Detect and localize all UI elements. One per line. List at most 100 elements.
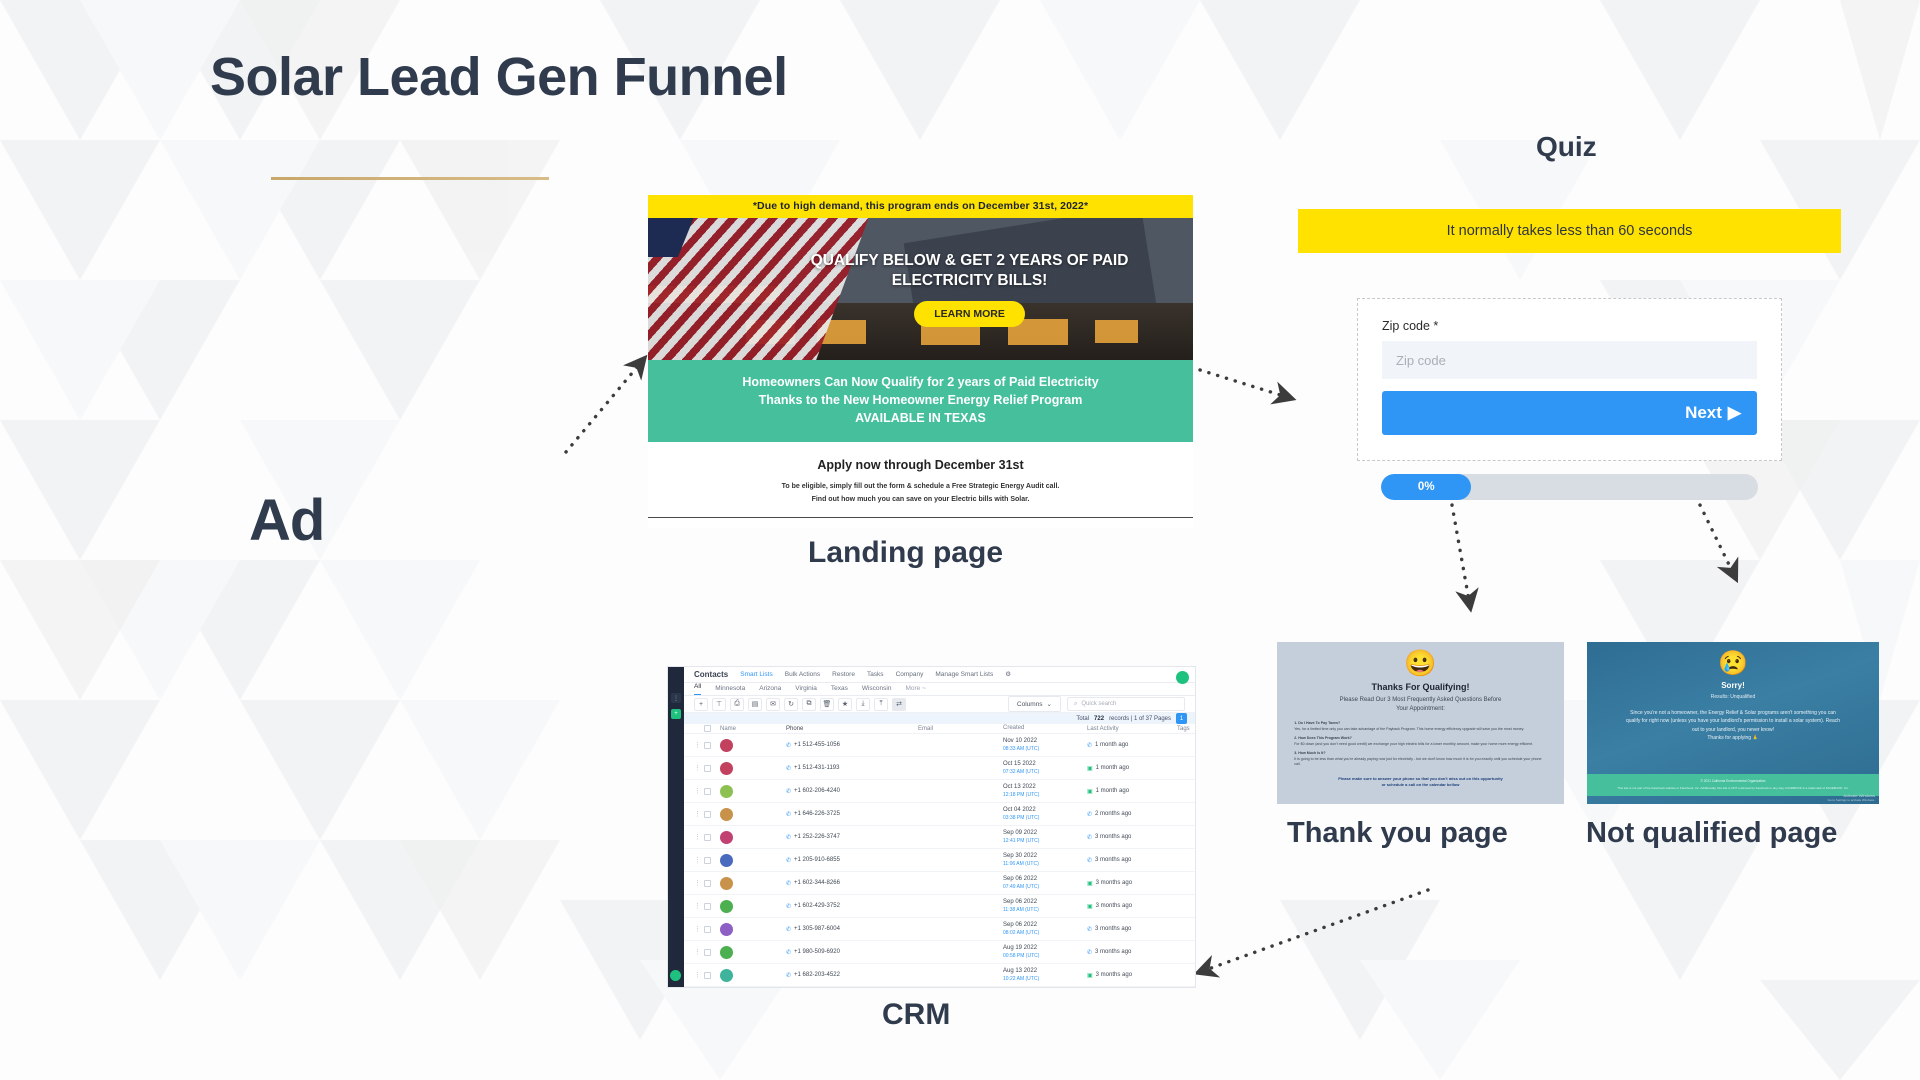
contact-phone-cell[interactable]: ✆ +1 305-987-6004	[786, 926, 918, 933]
thank-you-page-mockup[interactable]: 😀 Thanks For Qualifying! Please Read Our…	[1277, 642, 1564, 804]
row-grip-icon[interactable]: ⋮	[694, 925, 704, 933]
table-row[interactable]: ⋮ ✆ +1 980-509-6920 Aug 19 2022 00:58 PM (UT…	[684, 941, 1195, 964]
table-row[interactable]: ⋮ ✆ +1 205-910-6855 Sep 30 2022 11:06 AM (UT…	[684, 849, 1195, 872]
table-row[interactable]: ⋮ ✆ +1 602-344-8266 Sep 06 2022 07:49 AM (UT…	[684, 872, 1195, 895]
star-icon[interactable]: ★	[838, 697, 852, 711]
table-row[interactable]: ⋮ ✆ +1 602-429-3752 Sep 06 2022 11:38 AM (UT…	[684, 895, 1195, 918]
crm-tab-restore[interactable]: Restore	[832, 671, 855, 678]
merge-icon[interactable]: ⇄	[892, 697, 906, 711]
row-checkbox[interactable]	[704, 833, 720, 841]
crm-tab-company[interactable]: Company	[896, 671, 924, 678]
contact-phone-cell[interactable]: ✆ +1 602-344-8266	[786, 880, 918, 887]
row-grip-icon[interactable]: ⋮	[694, 879, 704, 887]
email-icon[interactable]: ✉	[766, 697, 780, 711]
row-checkbox[interactable]	[704, 925, 720, 933]
crm-tab-bulk-actions[interactable]: Bulk Actions	[785, 671, 820, 678]
contact-phone-cell[interactable]: ✆ +1 512-455-1056	[786, 742, 918, 749]
avatar	[720, 922, 733, 936]
row-checkbox[interactable]	[704, 948, 720, 956]
crm-filter-more[interactable]: More ~	[905, 685, 925, 692]
row-grip-icon[interactable]: ⋮	[694, 971, 704, 979]
avatar[interactable]	[1176, 671, 1189, 684]
learn-more-button[interactable]: LEARN MORE	[914, 301, 1025, 328]
crm-filter-virginia[interactable]: Virginia	[795, 685, 817, 692]
row-grip-icon[interactable]: ⋮	[694, 741, 704, 749]
column-header-created[interactable]: Created	[1003, 725, 1087, 733]
row-grip-icon[interactable]: ⋮	[694, 948, 704, 956]
page-badge[interactable]: 1	[1176, 713, 1187, 725]
not-qualified-page-mockup[interactable]: 😢 Sorry! Results: Unqualified Since you'…	[1587, 642, 1879, 804]
row-checkbox[interactable]	[704, 810, 720, 818]
message-icon[interactable]: ▤	[748, 697, 762, 711]
crm-tab-tasks[interactable]: Tasks	[867, 671, 884, 678]
search-input[interactable]: ⌕ Quick search	[1067, 697, 1185, 712]
contact-phone-cell[interactable]: ✆ +1 205-910-6855	[786, 857, 918, 864]
column-header-email[interactable]: Email	[918, 726, 1003, 732]
next-button[interactable]: Next ▶	[1382, 391, 1757, 435]
table-row[interactable]: ⋮ ✆ +1 305-987-6004 Sep 06 2022 08:02 AM (UT…	[684, 918, 1195, 941]
contact-phone-cell[interactable]: ✆ +1 252-226-3747	[786, 834, 918, 841]
crm-tab-smart-lists[interactable]: Smart Lists	[740, 671, 773, 678]
contact-phone-cell[interactable]: ✆ +1 646-226-3725	[786, 811, 918, 818]
faq-answer: It is going to be less than what you're …	[1294, 756, 1542, 767]
contact-phone-cell[interactable]: ✆ +1 980-509-6920	[786, 949, 918, 956]
row-checkbox[interactable]	[704, 787, 720, 795]
contact-created-cell: Sep 06 2022 08:02 AM (UTC)	[1003, 922, 1087, 936]
export-icon[interactable]: ⤒	[874, 697, 888, 711]
contact-phone-cell[interactable]: ✆ +1 682-203-4522	[786, 972, 918, 979]
row-checkbox[interactable]	[704, 764, 720, 772]
crm-sidebar[interactable]: ⋮ +	[668, 667, 684, 987]
row-grip-icon[interactable]: ⋮	[694, 764, 704, 772]
row-checkbox[interactable]	[704, 856, 720, 864]
landing-page-mockup[interactable]: *Due to high demand, this program ends o…	[648, 195, 1193, 528]
quiz-card[interactable]: Zip code * Zip code Next ▶	[1357, 298, 1782, 461]
import-icon[interactable]: ⤓	[856, 697, 870, 711]
crm-filter-wisconsin[interactable]: Wisconsin	[862, 685, 892, 692]
table-row[interactable]: ⋮ ✆ +1 512-431-1193 Oct 15 2022 07:32 AM (UT…	[684, 757, 1195, 780]
crm-filter-arizona[interactable]: Arizona	[759, 685, 781, 692]
row-checkbox[interactable]	[704, 879, 720, 887]
table-row[interactable]: ⋮ ✆ +1 512-455-1056 Nov 10 2022 08:33 AM (UT…	[684, 734, 1195, 757]
column-header-name[interactable]: Name	[720, 726, 786, 732]
column-header-last-activity[interactable]: Last Activity	[1087, 726, 1177, 732]
copy-icon[interactable]: ⧉	[802, 697, 816, 711]
row-checkbox[interactable]	[704, 971, 720, 979]
avatar	[720, 807, 733, 821]
print-icon[interactable]: ⎙	[730, 697, 744, 711]
crm-tab-manage-smart-lists[interactable]: Manage Smart Lists	[935, 671, 993, 678]
crm-mockup[interactable]: ⋮ + Contacts Smart Lists Bulk Actions Re…	[668, 667, 1195, 987]
crm-filter-minnesota[interactable]: Minnesota	[715, 685, 745, 692]
page-title: Solar Lead Gen Funnel	[210, 47, 788, 107]
title-underline-rule	[271, 177, 549, 180]
row-grip-icon[interactable]: ⋮	[694, 856, 704, 864]
row-grip-icon[interactable]: ⋮	[694, 902, 704, 910]
column-header-tags[interactable]: Tags	[1177, 726, 1195, 732]
table-row[interactable]: ⋮ ✆ +1 602-206-4240 Oct 13 2022 12:18 PM (UT…	[684, 780, 1195, 803]
sidebar-collapse-icon[interactable]: ⋮	[671, 693, 681, 703]
table-row[interactable]: ⋮ ✆ +1 252-226-3747 Sep 09 2022 12:41 PM (UT…	[684, 826, 1195, 849]
contact-phone-cell[interactable]: ✆ +1 602-206-4240	[786, 788, 918, 795]
crm-filter-texas[interactable]: Texas	[831, 685, 848, 692]
row-checkbox[interactable]	[704, 902, 720, 910]
row-grip-icon[interactable]: ⋮	[694, 810, 704, 818]
thank-you-heading: Thanks For Qualifying!	[1371, 682, 1470, 692]
table-row[interactable]: ⋮ ✆ +1 646-226-3725 Oct 04 2022 03:38 PM (UT…	[684, 803, 1195, 826]
columns-dropdown[interactable]: Columns ⌄	[1007, 696, 1061, 713]
plus-icon[interactable]: +	[694, 697, 708, 711]
filter-icon[interactable]: ⊤	[712, 697, 726, 711]
select-all-checkbox[interactable]	[704, 725, 720, 733]
contact-phone-cell[interactable]: ✆ +1 512-431-1193	[786, 765, 918, 772]
created-time: 11:38 AM (UTC)	[1003, 906, 1039, 913]
contact-phone-cell[interactable]: ✆ +1 602-429-3752	[786, 903, 918, 910]
table-row[interactable]: ⋮ ✆ +1 682-203-4522 Aug 13 2022 10:22 AM (UT…	[684, 964, 1195, 987]
gear-icon[interactable]: ⚙	[1005, 670, 1011, 678]
sidebar-add-icon[interactable]: +	[671, 709, 681, 719]
column-header-phone[interactable]: Phone	[786, 726, 918, 732]
trash-icon[interactable]: 🗑	[820, 697, 834, 711]
zip-code-input[interactable]: Zip code	[1382, 341, 1757, 379]
row-grip-icon[interactable]: ⋮	[694, 787, 704, 795]
row-grip-icon[interactable]: ⋮	[694, 833, 704, 841]
restore-icon[interactable]: ↻	[784, 697, 798, 711]
row-checkbox[interactable]	[704, 741, 720, 749]
crm-filter-all[interactable]: All	[694, 683, 702, 695]
